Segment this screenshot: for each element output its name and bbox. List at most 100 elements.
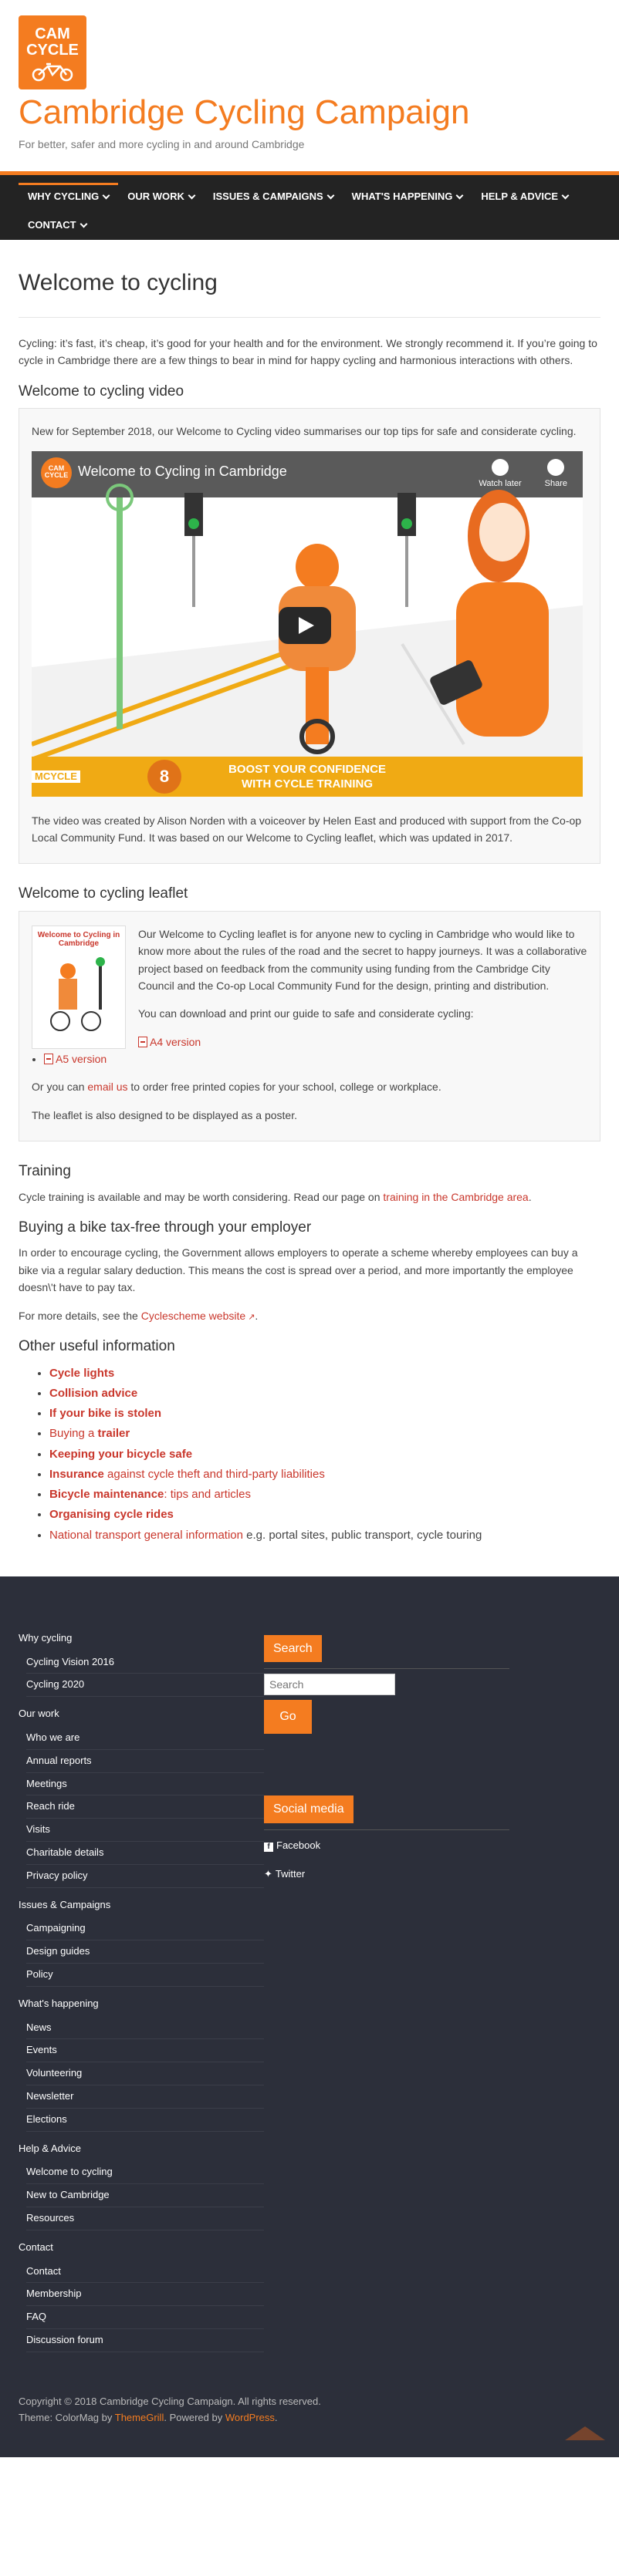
nav-label: ISSUES & CAMPAIGNS xyxy=(212,191,323,202)
site-title[interactable]: Cambridge Cycling Campaign xyxy=(19,93,600,131)
themegrill-link[interactable]: ThemeGrill xyxy=(115,2412,164,2423)
twitter-icon: ✦ xyxy=(264,1867,272,1880)
footer-menu-title[interactable]: Our work xyxy=(19,1706,264,1722)
national-transport-link[interactable]: National transport general information xyxy=(49,1529,243,1542)
nav-why-cycling[interactable]: WHY CYCLING xyxy=(19,183,119,211)
chevron-down-icon xyxy=(326,191,335,200)
share-label: Share xyxy=(544,478,567,488)
play-button[interactable] xyxy=(279,606,331,644)
footer-link[interactable]: Reach ride xyxy=(26,1795,264,1819)
facebook-label: Facebook xyxy=(276,1839,321,1852)
organising-rides-link[interactable]: Organising cycle rides xyxy=(49,1508,174,1521)
footer-menu-title[interactable]: What's happening xyxy=(19,1996,264,2012)
wordpress-link[interactable]: WordPress xyxy=(225,2412,275,2423)
search-input[interactable] xyxy=(264,1674,395,1696)
scroll-to-top-icon[interactable] xyxy=(565,2426,605,2440)
video-banner: MCYCLE 8 BOOST YOUR CONFIDENCE WITH CYCL… xyxy=(32,756,583,797)
training-pre: Cycle training is available and may be w… xyxy=(19,1190,384,1203)
page-title: Welcome to cycling xyxy=(19,270,218,295)
video-player[interactable]: CAM CYCLE Welcome to Cycling in Cambridg… xyxy=(32,450,583,797)
search-go-button[interactable]: Go xyxy=(264,1700,312,1735)
nav-whats-happening[interactable]: WHAT'S HAPPENING xyxy=(343,183,472,211)
leaflet-thumbnail[interactable]: Welcome to Cycling in Cambridge xyxy=(32,925,126,1049)
footer-link[interactable]: Cycling Vision 2016 xyxy=(26,1651,264,1674)
insurance-link[interactable]: Insurance against cycle theft and third-… xyxy=(49,1468,325,1481)
training-link[interactable]: training in the Cambridge area xyxy=(383,1191,528,1203)
footer-link[interactable]: Policy xyxy=(26,1964,264,1987)
facebook-link[interactable]: f Facebook xyxy=(264,1838,509,1854)
footer-link[interactable]: Annual reports xyxy=(26,1750,264,1773)
link-text-bold: trailer xyxy=(97,1427,130,1441)
footer-link[interactable]: Campaigning xyxy=(26,1917,264,1941)
footer-link[interactable]: Volunteering xyxy=(26,2062,264,2085)
footer-link[interactable]: Welcome to cycling xyxy=(26,2161,264,2185)
cyclescheme-link[interactable]: Cyclescheme website xyxy=(141,1310,245,1322)
list-item: Buying a trailer xyxy=(49,1424,600,1444)
footer-link[interactable]: Charitable details xyxy=(26,1842,264,1865)
footer-link[interactable]: Who we are xyxy=(26,1727,264,1750)
footer-menu-title[interactable]: Contact xyxy=(19,2240,264,2256)
email-us-link[interactable]: email us xyxy=(87,1081,127,1093)
footer-link[interactable]: Meetings xyxy=(26,1773,264,1796)
footer-link[interactable]: Cycling 2020 xyxy=(26,1674,264,1698)
footer-link[interactable]: Elections xyxy=(26,2109,264,2132)
maintenance-link[interactable]: Bicycle maintenance: tips and articles xyxy=(49,1488,251,1501)
share-button[interactable]: Share xyxy=(544,458,567,491)
copyright: Copyright © 2018 Cambridge Cycling Campa… xyxy=(19,2394,321,2426)
a5-version-link[interactable]: A5 version xyxy=(56,1053,107,1065)
channel-avatar[interactable]: CAM CYCLE xyxy=(41,457,72,488)
list-item: Keeping your bicycle safe xyxy=(49,1445,600,1465)
footer-link[interactable]: Events xyxy=(26,2039,264,2063)
nav-issues-campaigns[interactable]: ISSUES & CAMPAIGNS xyxy=(204,183,343,211)
nav-contact[interactable]: CONTACT xyxy=(19,211,96,240)
site-header: CAM CYCLE Cambridge Cycling Campaign For… xyxy=(0,0,619,171)
footer-link[interactable]: Membership xyxy=(26,2283,264,2307)
external-link-icon: ↗ xyxy=(245,1312,255,1322)
nav-label: CONTACT xyxy=(28,218,76,231)
pdf-icon xyxy=(138,1036,147,1047)
list-item: Cycle lights xyxy=(49,1364,600,1384)
leaflet-illustration xyxy=(50,956,105,1031)
theme-post: . xyxy=(274,2412,278,2424)
footer-link[interactable]: New to Cambridge xyxy=(26,2184,264,2207)
footer-link[interactable]: Resources xyxy=(26,2207,264,2230)
footer-menu-title[interactable]: Why cycling xyxy=(19,1630,264,1647)
buying-trailer-link[interactable]: Buying a trailer xyxy=(49,1427,130,1440)
order-text: Or you can email us to order free printe… xyxy=(32,1078,587,1095)
taxfree-heading: Buying a bike tax-free through your empl… xyxy=(19,1219,312,1236)
training-heading: Training xyxy=(19,1163,71,1180)
footer-menu-title[interactable]: Help & Advice xyxy=(19,2141,264,2157)
nav-label: WHAT'S HAPPENING xyxy=(351,191,453,202)
footer-link[interactable]: Visits xyxy=(26,1819,264,1842)
twitter-link[interactable]: ✦ Twitter xyxy=(264,1866,509,1883)
footer-menu-title[interactable]: Issues & Campaigns xyxy=(19,1897,264,1913)
bicycle-safe-link[interactable]: Keeping your bicycle safe xyxy=(49,1448,192,1461)
video-box: New for September 2018, our Welcome to C… xyxy=(19,408,600,865)
footer-link[interactable]: Newsletter xyxy=(26,2085,264,2109)
a4-version-link[interactable]: A4 version xyxy=(150,1036,201,1048)
footer-link[interactable]: Privacy policy xyxy=(26,1865,264,1888)
bike-stolen-link[interactable]: If your bike is stolen xyxy=(49,1407,161,1420)
banner-corner-text: MCYCLE xyxy=(32,770,80,784)
watch-later-button[interactable]: Watch later xyxy=(479,458,522,491)
link-text: : tips and articles xyxy=(164,1488,251,1502)
collision-advice-link[interactable]: Collision advice xyxy=(49,1387,137,1400)
nav-help-advice[interactable]: HELP & ADVICE xyxy=(472,183,577,211)
footer-link[interactable]: Contact xyxy=(26,2261,264,2284)
list-item: If your bike is stolen xyxy=(49,1404,600,1424)
footer-link[interactable]: Design guides xyxy=(26,1940,264,1964)
plain-text: e.g. portal sites, public transport, cyc… xyxy=(242,1528,482,1542)
link-text: against cycle theft and third-party liab… xyxy=(103,1467,325,1481)
banner-number: 8 xyxy=(147,759,181,794)
taxfree-body: In order to encourage cycling, the Gover… xyxy=(19,1246,578,1294)
site-logo[interactable]: CAM CYCLE xyxy=(19,15,86,89)
footer-link[interactable]: Discussion forum xyxy=(26,2329,264,2352)
list-item: Organising cycle rides xyxy=(49,1505,600,1525)
footer-link[interactable]: News xyxy=(26,2017,264,2040)
nav-our-work[interactable]: OUR WORK xyxy=(118,183,204,211)
footer-link[interactable]: FAQ xyxy=(26,2306,264,2329)
logo-line1: CAM xyxy=(35,25,70,42)
link-text-bold: Bicycle maintenance xyxy=(49,1488,164,1502)
video-title[interactable]: Welcome to Cycling in Cambridge xyxy=(78,460,287,483)
cycle-lights-link[interactable]: Cycle lights xyxy=(49,1367,114,1380)
